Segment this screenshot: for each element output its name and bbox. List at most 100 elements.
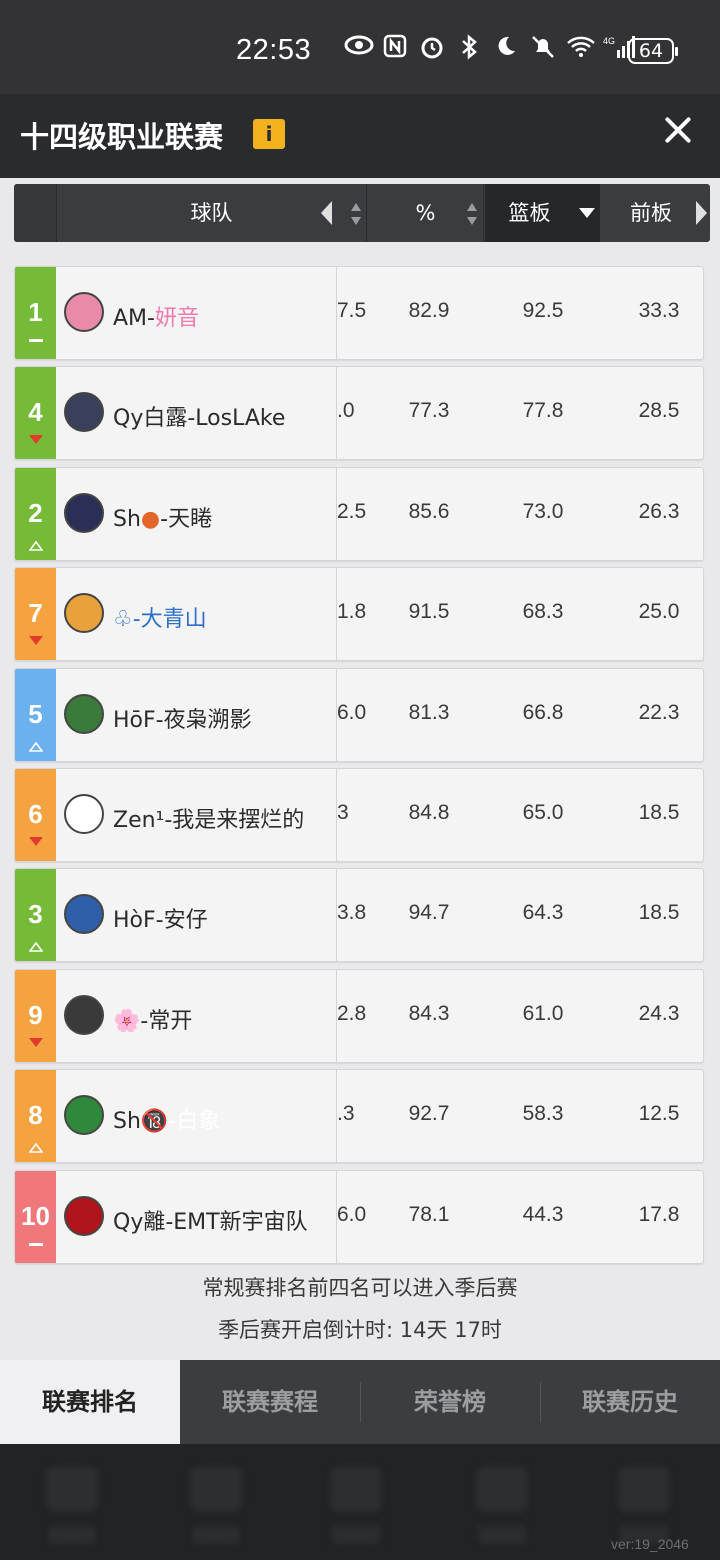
rank-number: 9 [28,999,43,1030]
mute-icon [529,34,557,62]
stat-reb: 92.5 [522,299,564,322]
table-row[interactable]: 7 ♧-大青山 1.8 91.5 68.3 25.0 [14,567,704,662]
rank-badge: 7 [15,568,56,661]
rank-badge: 6 [15,768,56,861]
sort-desc-icon[interactable] [579,208,595,218]
team-name: ♧-大青山 [113,601,207,633]
column-pct-label: % [415,201,436,225]
rank-badge: 2 [15,467,56,560]
stat-reb: 44.3 [522,1202,564,1226]
table-row[interactable]: 8 Sh🔞-白象 .3 92.7 58.3 12.5 [14,1069,704,1164]
tab-honor-roll[interactable]: 荣誉榜 [360,1360,540,1444]
stat-prev: 3.8 [337,901,367,925]
column-team-label: 球队 [190,201,233,225]
info-icon[interactable]: i [253,119,285,149]
nav-label [192,1526,240,1544]
stat-prev: 2.5 [337,499,367,523]
team-name-suffix: -天睠 [160,506,213,532]
column-oreb-label: 前板 [630,201,672,225]
tab-league-ranking[interactable]: 联赛排名 [0,1360,180,1444]
stat-prev: 6.0 [337,700,367,724]
sort-icon[interactable] [350,203,362,225]
team-name-prefix: ♧-大青山 [113,607,207,633]
team-name: 🌸-常开 [113,1003,192,1035]
stat-oreb: 28.5 [638,399,680,423]
column-oreb[interactable]: 前板 [601,184,701,242]
rank-number: 10 [21,1200,50,1231]
nav-icon [46,1466,98,1512]
rank-number: 5 [28,698,43,729]
nav-icon [330,1466,382,1512]
stat-oreb: 33.3 [638,299,680,322]
scroll-left-icon[interactable] [321,201,332,225]
sort-icon[interactable] [466,203,478,225]
table-row[interactable]: 4 Qy白露-LosLAke .0 77.3 77.8 28.5 [14,366,704,461]
table-row[interactable]: 9 🌸-常开 2.8 84.3 61.0 24.3 [14,968,704,1063]
nav-label [332,1526,380,1544]
stat-pct: 81.3 [408,700,450,724]
rank-badge: 9 [15,969,56,1062]
nav-label [48,1526,96,1544]
stat-pct: 84.3 [408,1001,450,1025]
column-rank [14,184,57,242]
playoff-countdown: 季后赛开启倒计时: 14天 17时 [218,1318,502,1342]
stat-prev: 6.0 [337,1202,367,1226]
stat-reb: 65.0 [522,800,564,824]
scroll-right-icon[interactable] [696,201,707,225]
rank-number: 1 [28,297,43,327]
stat-oreb: 24.3 [638,1001,680,1025]
stat-oreb: 12.5 [638,1102,680,1126]
signal-4g-icon: 4G [603,34,635,62]
standings-panel: 球队 % 篮板 前板 1 AM-妍音 7.5 82.9 92.5 33.3 4 [0,178,720,1360]
team-name: Qy離-EMT新宇宙队 [113,1204,308,1236]
trend-down-icon [29,435,43,445]
team-name: HòF-安仔 [113,902,208,934]
rank-badge: 8 [15,1070,56,1163]
team-logo [64,492,104,533]
table-row[interactable]: 10 Qy離-EMT新宇宙队 6.0 78.1 44.3 17.8 [14,1169,704,1264]
rank-badge: 10 [15,1170,56,1263]
nav-icon [190,1466,242,1512]
stat-oreb: 26.3 [638,499,680,523]
stat-pct: 94.7 [408,901,450,925]
trend-up-icon [28,937,44,953]
tab-league-history[interactable]: 联赛历史 [540,1360,720,1444]
table-row[interactable]: 2 Sh●-天睠 2.5 85.6 73.0 26.3 [14,466,704,561]
team-name-prefix: AM- [113,306,155,331]
close-button[interactable] [660,112,696,148]
table-row[interactable]: 6 Zen¹-我是来摆烂的 3 84.8 65.0 18.5 [14,767,704,862]
page-title: 十四级职业联赛 [20,120,224,154]
tab-bar: 联赛排名 联赛赛程 荣誉榜 联赛历史 [0,1360,720,1444]
team-name: Sh●-天睠 [113,501,212,533]
trend-down-icon [29,636,43,646]
table-row[interactable]: 1 AM-妍音 7.5 82.9 92.5 33.3 [14,266,704,360]
team-emoji: 🔞 [140,1109,169,1135]
team-name-prefix: HòF-安仔 [113,908,208,934]
nav-label [478,1526,526,1544]
team-name-suffix: 妍音 [154,306,199,331]
stat-reb: 73.0 [522,499,564,523]
trend-same-icon [29,1242,43,1246]
rank-number: 8 [28,1100,43,1131]
table-row[interactable]: 5 HōF-夜枭溯影 6.0 81.3 66.8 22.3 [14,667,704,762]
rank-number: 6 [28,798,43,829]
tab-league-schedule[interactable]: 联赛赛程 [180,1360,360,1444]
trend-down-icon [29,1037,43,1047]
team-cell: AM-妍音 [56,267,337,359]
status-time: 22:53 [236,34,312,66]
team-name-prefix: Qy白露-LosLAke [113,406,286,432]
wifi-icon [566,34,595,62]
team-name: HōF-夜枭溯影 [113,702,252,734]
bluetooth-icon [455,34,483,62]
stat-pct: 84.8 [408,800,450,824]
stat-reb: 61.0 [522,1001,564,1025]
team-emoji: ● [140,506,161,532]
playoff-note: 常规赛排名前四名可以进入季后赛 [202,1276,518,1300]
stat-reb: 58.3 [522,1102,564,1126]
table-row[interactable]: 3 HòF-安仔 3.8 94.7 64.3 18.5 [14,868,704,963]
trend-same-icon [29,339,43,342]
stat-pct: 91.5 [408,600,450,624]
stat-pct: 85.6 [408,499,450,523]
standings-list: 1 AM-妍音 7.5 82.9 92.5 33.3 4 Qy白露-LosLAk… [14,266,704,1270]
trend-up-icon [28,536,44,551]
